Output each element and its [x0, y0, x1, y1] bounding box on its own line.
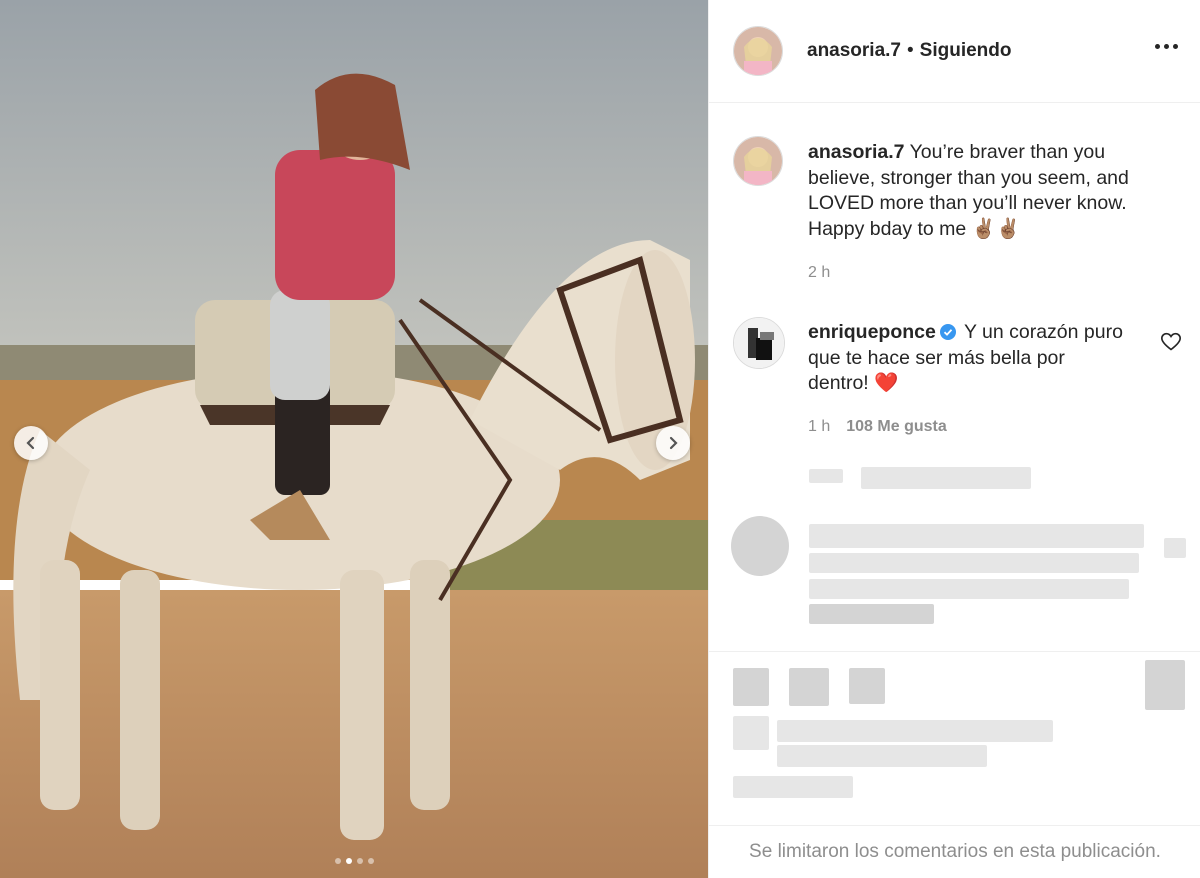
post-side-panel: anasoria.7 • Siguiendo anasoria.7 You’re…	[708, 0, 1200, 878]
comments-limited-notice: Se limitaron los comentarios en esta pub…	[749, 841, 1161, 862]
carousel-dot-active	[345, 858, 352, 864]
carousel-dot	[356, 858, 363, 864]
more-options-button[interactable]	[1153, 38, 1180, 55]
carousel-dot	[334, 858, 341, 864]
caption-username[interactable]: anasoria.7	[808, 141, 904, 163]
carousel-indicator	[0, 858, 708, 864]
chevron-right-icon	[669, 436, 678, 450]
comment-text: enriqueponce Y un corazón puro que te ha…	[808, 320, 1128, 397]
author-avatar[interactable]	[733, 26, 783, 76]
more-icon	[1155, 44, 1160, 49]
post-header: anasoria.7 • Siguiendo	[709, 0, 1200, 103]
carousel-next-button[interactable]	[656, 426, 690, 460]
carousel-prev-button[interactable]	[14, 426, 48, 460]
follow-status-button[interactable]: Siguiendo	[920, 40, 1012, 62]
comment-username[interactable]: enriqueponce	[808, 321, 936, 343]
header-separator: •	[907, 40, 914, 61]
comment-meta: 1 h 108 Me gusta	[808, 418, 947, 436]
caption-text: anasoria.7 You’re braver than you believ…	[808, 140, 1158, 242]
horse-rider-image	[0, 0, 708, 878]
comment-avatar[interactable]	[733, 317, 785, 369]
heart-outline-icon[interactable]	[1161, 332, 1181, 352]
carousel-dot	[367, 858, 374, 864]
post-photo	[0, 0, 708, 878]
comment-likes[interactable]: 108 Me gusta	[846, 418, 946, 436]
caption-timestamp[interactable]: 2 h	[808, 264, 830, 282]
actions-divider	[709, 651, 1200, 652]
verified-icon	[939, 324, 956, 340]
caption-avatar[interactable]	[733, 136, 783, 186]
comment-timestamp[interactable]: 1 h	[808, 418, 830, 436]
author-username[interactable]: anasoria.7	[807, 40, 901, 62]
heart-emoji: ❤️	[874, 372, 899, 394]
chevron-left-icon	[26, 436, 35, 450]
